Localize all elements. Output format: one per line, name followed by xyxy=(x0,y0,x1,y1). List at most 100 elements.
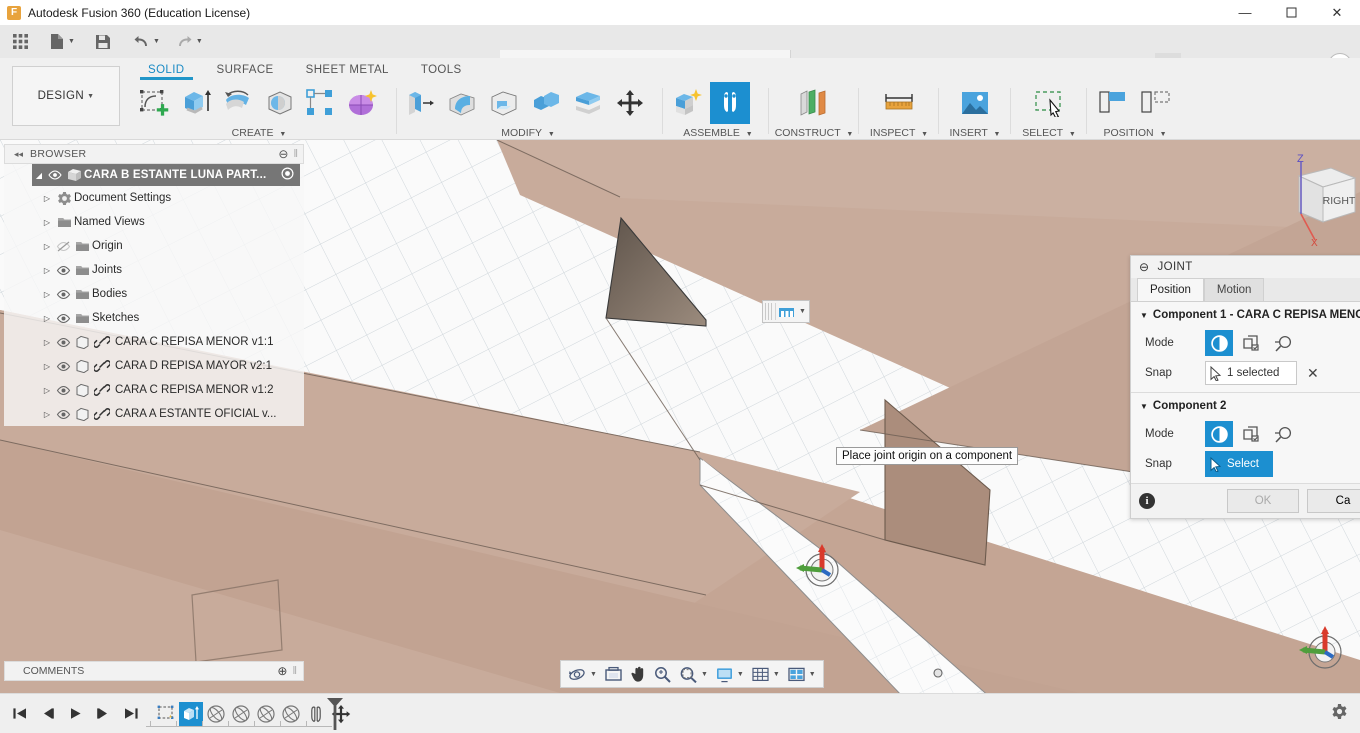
component2-mode-joint-origin[interactable] xyxy=(1205,421,1233,447)
visibility-eye-off-icon[interactable] xyxy=(54,241,72,252)
chevron-down-icon[interactable]: ▼ xyxy=(737,671,744,678)
browser-item-document-settings[interactable]: ▷ Document Settings xyxy=(4,186,304,210)
timeline-track[interactable] xyxy=(146,726,332,727)
browser-minimize-icon[interactable]: ⊖ xyxy=(278,147,288,161)
cancel-button[interactable]: Ca xyxy=(1307,489,1360,513)
timeline-feature-joint-4[interactable] xyxy=(279,702,303,726)
grid-snap-icon[interactable]: ▼ xyxy=(748,662,783,686)
expand-arrow-icon[interactable]: ◢ xyxy=(32,171,46,180)
comments-resize-handle[interactable]: ‖ xyxy=(292,665,297,677)
timeline-settings-icon[interactable] xyxy=(1331,703,1348,725)
timeline-feature-joint-1[interactable] xyxy=(204,702,228,726)
component1-mode-between-faces[interactable] xyxy=(1237,330,1265,356)
chevron-down-icon[interactable]: ▼ xyxy=(701,671,708,678)
toolbar-grip[interactable] xyxy=(765,303,773,320)
save-icon[interactable] xyxy=(90,28,116,56)
workspace-switcher[interactable]: DESIGN ▼ xyxy=(12,66,120,126)
chevron-down-icon[interactable]: ▼ xyxy=(153,38,160,45)
expand-arrow-icon[interactable]: ▷ xyxy=(40,338,54,347)
orbit-icon[interactable]: ▼ xyxy=(565,662,600,686)
maximize-button[interactable] xyxy=(1268,0,1314,25)
new-document-icon[interactable]: ▼ xyxy=(44,28,80,56)
app-grid-icon[interactable] xyxy=(7,28,34,56)
chevron-down-icon[interactable]: ▼ xyxy=(68,38,75,45)
browser-root-component[interactable]: ◢ CARA B ESTANTE LUNA PART... xyxy=(32,164,300,186)
tab-position[interactable]: Position xyxy=(1137,278,1204,301)
component1-header[interactable]: ▼ Component 1 - CARA C REPISA MENOR xyxy=(1131,309,1360,328)
visibility-eye-icon[interactable] xyxy=(54,289,72,300)
browser-item-joints[interactable]: ▷ Joints xyxy=(4,258,304,282)
expand-arrow-icon[interactable]: ▷ xyxy=(40,266,54,275)
component2-mode-point-to-point[interactable] xyxy=(1269,421,1297,447)
shell-button[interactable] xyxy=(484,82,524,124)
select-tool-button[interactable] xyxy=(1029,82,1069,124)
activate-component-radio[interactable] xyxy=(281,167,294,183)
timeline-playhead[interactable] xyxy=(326,697,344,733)
browser-item-cara-d-repisa-mayor-v2-1[interactable]: ▷ CARA D REPISA MAYOR v2:1 xyxy=(4,354,304,378)
fillet-button[interactable] xyxy=(442,82,482,124)
extrude-button[interactable] xyxy=(176,82,216,124)
chevron-down-icon[interactable]: ▼ xyxy=(196,38,203,45)
minimize-button[interactable]: — xyxy=(1222,0,1268,25)
expand-arrow-icon[interactable]: ▷ xyxy=(40,290,54,299)
close-button[interactable]: ✕ xyxy=(1314,0,1360,25)
panel-position-label[interactable]: POSITION ▼ xyxy=(1090,127,1180,139)
move-copy-button[interactable] xyxy=(610,82,650,124)
insert-image-button[interactable] xyxy=(955,82,995,124)
visibility-eye-icon[interactable] xyxy=(54,385,72,396)
chevron-down-icon[interactable]: ▼ xyxy=(773,671,780,678)
look-at-icon[interactable] xyxy=(601,662,626,686)
expand-arrow-icon[interactable]: ▷ xyxy=(40,410,54,419)
chevron-down-icon[interactable]: ▼ xyxy=(799,308,806,315)
expand-arrow-icon[interactable]: ▷ xyxy=(40,386,54,395)
panel-insert-label[interactable]: INSERT ▼ xyxy=(942,127,1008,139)
joint-button[interactable] xyxy=(710,82,750,124)
chevron-down-icon[interactable]: ▼ xyxy=(590,671,597,678)
visibility-eye-icon[interactable] xyxy=(54,313,72,324)
redo-icon[interactable]: ▼ xyxy=(171,28,208,56)
expand-arrow-icon[interactable]: ▷ xyxy=(40,218,54,227)
component2-header[interactable]: ▼ Component 2 xyxy=(1131,400,1360,419)
undo-icon[interactable]: ▼ xyxy=(128,28,165,56)
step-back-icon[interactable] xyxy=(34,701,60,727)
move-position-button[interactable] xyxy=(1136,82,1176,124)
revolve-button[interactable] xyxy=(218,82,258,124)
visibility-eye-icon[interactable] xyxy=(46,170,64,180)
zoom-window-icon[interactable]: ▼ xyxy=(676,662,711,686)
panel-modify-label[interactable]: MODIFY ▼ xyxy=(400,127,656,139)
tab-motion[interactable]: Motion xyxy=(1203,278,1265,301)
tab-sheet-metal[interactable]: SHEET METAL xyxy=(290,58,405,80)
timeline-feature-joint-2[interactable] xyxy=(229,702,253,726)
component2-mode-between-faces[interactable] xyxy=(1237,421,1265,447)
browser-item-sketches[interactable]: ▷ Sketches xyxy=(4,306,304,330)
component1-clear-selection-button[interactable]: ✕ xyxy=(1307,365,1319,382)
browser-item-named-views[interactable]: ▷ Named Views xyxy=(4,210,304,234)
timeline-feature-joint-3[interactable] xyxy=(254,702,278,726)
browser-resize-handle[interactable]: ‖ xyxy=(293,148,298,160)
chevron-down-icon[interactable]: ▼ xyxy=(809,671,816,678)
split-body-button[interactable] xyxy=(568,82,608,124)
comments-panel[interactable]: COMMENTS ⊕ ‖ xyxy=(4,661,304,681)
collapse-browser-icon[interactable]: ◂◂ xyxy=(14,149,23,160)
browser-item-bodies[interactable]: ▷ Bodies xyxy=(4,282,304,306)
visibility-eye-icon[interactable] xyxy=(54,265,72,276)
new-component-button[interactable] xyxy=(668,82,708,124)
create-form-button[interactable] xyxy=(342,82,382,124)
joint-mini-toolbar[interactable]: ▼ xyxy=(762,300,810,323)
visibility-eye-icon[interactable] xyxy=(54,361,72,372)
component2-select-button[interactable]: Select xyxy=(1205,451,1273,477)
tab-solid[interactable]: SOLID xyxy=(132,58,201,80)
press-pull-button[interactable] xyxy=(400,82,440,124)
browser-item-cara-a-estante-oficial[interactable]: ▷ CARA A ESTANTE OFICIAL v... xyxy=(4,402,304,426)
zoom-icon[interactable] xyxy=(651,662,675,686)
panel-assemble-label[interactable]: ASSEMBLE ▼ xyxy=(668,127,768,139)
sweep-button[interactable] xyxy=(260,82,300,124)
add-comment-icon[interactable]: ⊕ xyxy=(277,664,287,678)
align-button[interactable] xyxy=(1094,82,1134,124)
browser-item-cara-c-repisa-menor-v1-2[interactable]: ▷ CARA C REPISA MENOR v1:2 xyxy=(4,378,304,402)
display-settings-icon[interactable]: ▼ xyxy=(712,662,747,686)
panel-inspect-label[interactable]: INSPECT ▼ xyxy=(862,127,936,139)
expand-arrow-icon[interactable]: ▷ xyxy=(40,362,54,371)
ok-button[interactable]: OK xyxy=(1227,489,1299,513)
component1-mode-joint-origin[interactable] xyxy=(1205,330,1233,356)
